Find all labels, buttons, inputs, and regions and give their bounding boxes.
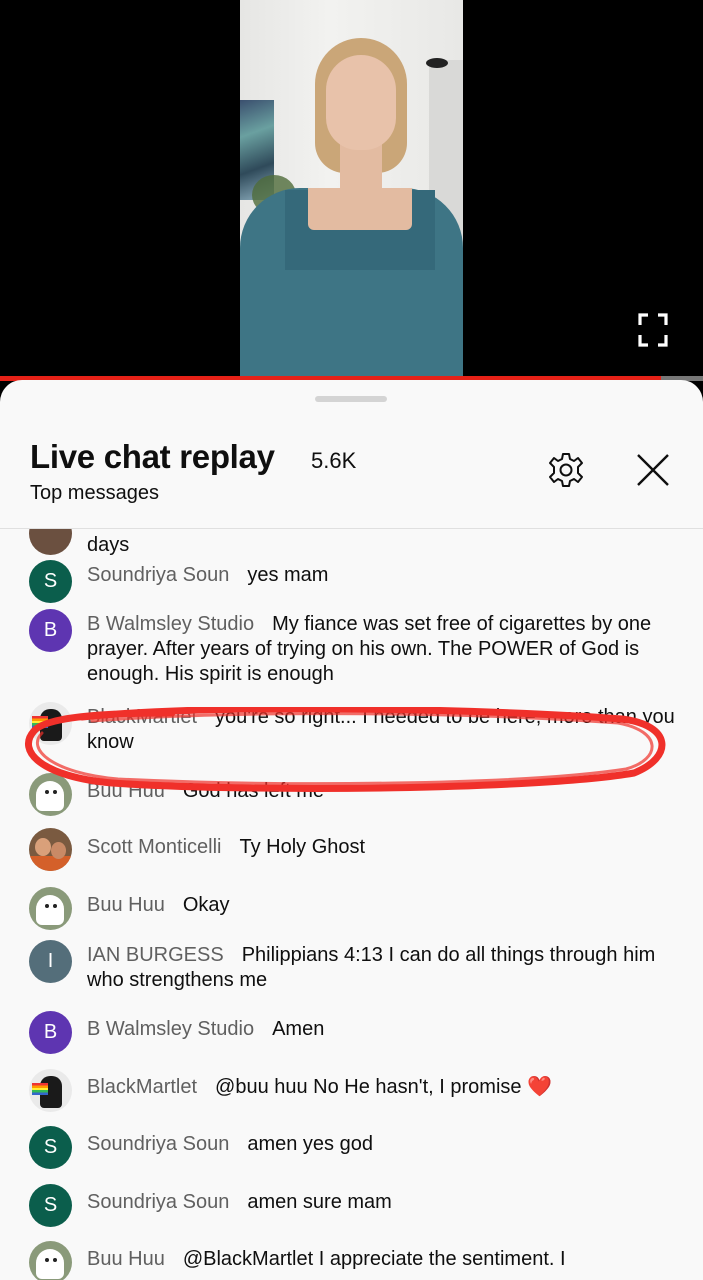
message-text: amen yes god <box>247 1133 373 1155</box>
author-name[interactable]: BlackMartlet <box>87 706 197 728</box>
chat-filter-label[interactable]: Top messages <box>30 482 159 505</box>
panel-title: Live chat replay <box>30 438 275 475</box>
avatar-letter: B <box>43 619 58 641</box>
ceiling-light <box>426 58 448 68</box>
avatar[interactable]: B <box>29 609 72 652</box>
message-text: Amen <box>272 1018 325 1040</box>
message-text: @BlackMartlet I appreciate the sentiment… <box>182 1248 566 1270</box>
avatar[interactable]: I <box>29 940 72 983</box>
avatar[interactable] <box>29 702 72 745</box>
avatar[interactable] <box>29 1069 72 1112</box>
author-name[interactable]: Soundriya Soun <box>87 564 229 586</box>
avatar[interactable] <box>29 1241 72 1280</box>
author-name[interactable]: Buu Huu <box>87 780 165 802</box>
avatar[interactable] <box>29 529 72 555</box>
author-name[interactable]: IAN BURGESS <box>87 944 224 966</box>
message-text: @buu huu No He hasn't, I promise ❤️ <box>215 1076 552 1098</box>
message-text: Ty Holy Ghost <box>239 836 366 858</box>
avatar[interactable] <box>29 828 72 871</box>
avatar[interactable]: S <box>29 1126 72 1169</box>
chat-message-list[interactable]: days S Soundriya Soun yes mam B B Walmsle… <box>0 529 703 1280</box>
author-name[interactable]: B Walmsley Studio <box>87 1018 254 1040</box>
avatar-letter: S <box>43 1194 58 1216</box>
avatar-letter: S <box>43 1136 58 1158</box>
avatar-letter: B <box>43 1021 58 1043</box>
close-icon[interactable] <box>633 450 673 490</box>
live-chat-panel: Live chat replay 5.6K Top messages days … <box>0 380 703 1280</box>
fullscreen-icon[interactable] <box>638 313 668 347</box>
avatar-letter: I <box>47 950 54 972</box>
author-name[interactable]: BlackMartlet <box>87 1076 197 1098</box>
author-name[interactable]: Buu Huu <box>87 894 165 916</box>
author-name[interactable]: B Walmsley Studio <box>87 613 254 635</box>
gear-icon[interactable] <box>546 450 586 490</box>
avatar[interactable] <box>29 773 72 816</box>
author-name[interactable]: Buu Huu <box>87 1248 165 1270</box>
video-frame <box>240 0 463 376</box>
video-player[interactable] <box>0 0 703 380</box>
avatar[interactable]: S <box>29 1184 72 1227</box>
author-name[interactable]: Soundriya Soun <box>87 1191 229 1213</box>
message-text: amen sure mam <box>247 1191 392 1213</box>
message-text: yes mam <box>247 564 329 586</box>
viewer-count: 5.6K <box>311 448 357 473</box>
drag-handle[interactable] <box>315 396 387 402</box>
message-text: God has left me <box>182 780 325 802</box>
avatar[interactable] <box>29 887 72 930</box>
avatar-letter: S <box>43 570 58 592</box>
author-name[interactable]: Scott Monticelli <box>87 836 222 858</box>
message-text: days <box>87 534 130 556</box>
message-text: Okay <box>182 894 230 916</box>
author-name[interactable]: Soundriya Soun <box>87 1133 229 1155</box>
avatar[interactable]: B <box>29 1011 72 1054</box>
avatar[interactable]: S <box>29 560 72 603</box>
